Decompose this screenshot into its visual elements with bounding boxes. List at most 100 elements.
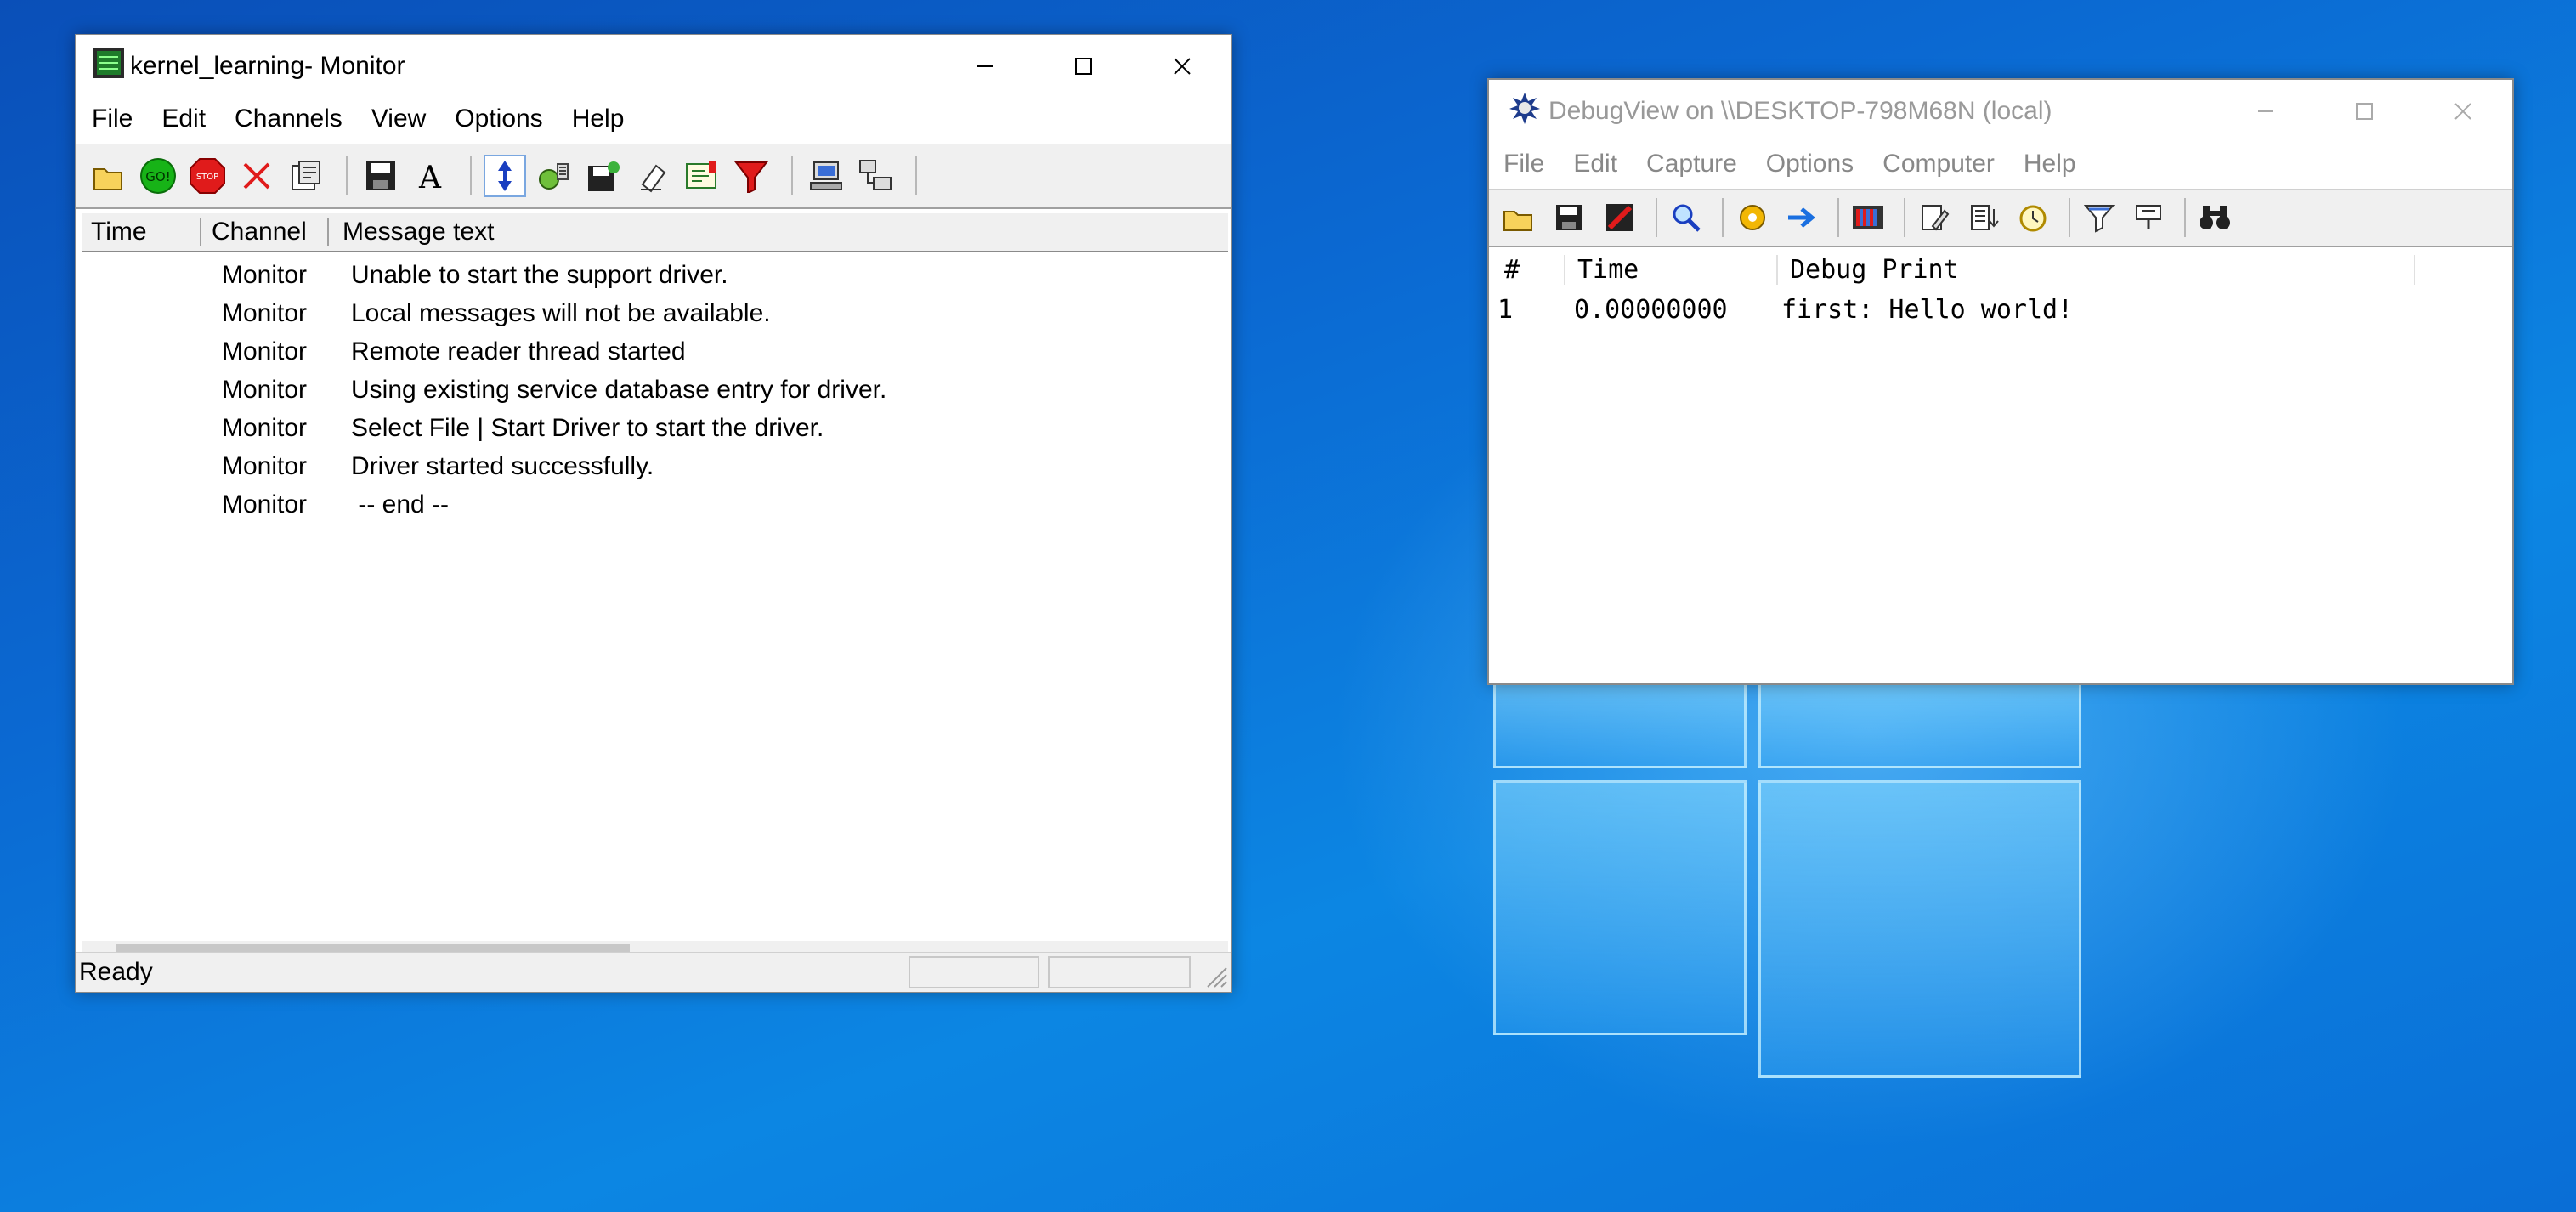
- menu-file[interactable]: File: [77, 105, 147, 144]
- table-row[interactable]: Monitor Remote reader thread started: [82, 332, 1228, 371]
- autoscroll-icon[interactable]: [484, 155, 526, 197]
- capture-gear-icon[interactable]: [1735, 196, 1769, 239]
- font-icon[interactable]: A: [409, 155, 451, 197]
- cell-message: -- end --: [351, 490, 450, 518]
- menu-options[interactable]: Options: [440, 105, 557, 144]
- connect-computer-icon[interactable]: [805, 155, 847, 197]
- cell-channel: Monitor: [222, 490, 308, 518]
- column-header-time[interactable]: Time: [82, 218, 201, 246]
- cell-channel: Monitor: [222, 298, 308, 327]
- menu-file[interactable]: File: [1489, 150, 1559, 189]
- toolbar-separator: [1904, 198, 1905, 237]
- cell-message: Unable to start the support driver.: [351, 260, 728, 289]
- menu-help[interactable]: Help: [558, 105, 639, 144]
- menu-channels[interactable]: Channels: [220, 105, 357, 144]
- monitor-titlebar[interactable]: kernel_learning- Monitor: [76, 35, 1231, 98]
- capture-kernel-icon[interactable]: [1851, 196, 1885, 239]
- svg-text:A: A: [418, 161, 442, 193]
- resize-grip-icon[interactable]: [1203, 963, 1228, 988]
- close-button[interactable]: [2414, 80, 2512, 143]
- table-row[interactable]: 1 0.00000000 first: Hello world!: [1494, 291, 2507, 328]
- stop-label: STOP: [196, 173, 218, 182]
- save-disk-icon[interactable]: [360, 155, 402, 197]
- cell-message: Driver started successfully.: [351, 451, 654, 480]
- status-pane-2: [1048, 956, 1191, 988]
- go-label: GO!: [145, 169, 170, 184]
- find-magnifier-icon[interactable]: [1669, 196, 1703, 239]
- open-folder-icon[interactable]: [88, 155, 130, 197]
- toolbar-separator: [2184, 198, 2186, 237]
- toolbar-separator: [915, 156, 917, 195]
- table-row[interactable]: Monitor Unable to start the support drive…: [82, 256, 1228, 294]
- highlight-icon[interactable]: [681, 155, 723, 197]
- toolbar-separator: [1837, 198, 1839, 237]
- eraser-icon[interactable]: [631, 155, 674, 197]
- debugview-window: DebugView on \\DESKTOP-798M68N (local) F…: [1487, 78, 2514, 685]
- monitor-window: kernel_learning- Monitor File Edit Chann…: [75, 34, 1232, 993]
- monitor-list-header: Time Channel Message text: [82, 213, 1228, 252]
- log-to-disk-icon[interactable]: [582, 155, 625, 197]
- close-button[interactable]: [1133, 35, 1231, 98]
- debugview-message-list[interactable]: 1 0.00000000 first: Hello world!: [1494, 291, 2507, 678]
- network-computers-icon[interactable]: [854, 155, 897, 197]
- monitor-toolbar: GO! STOP A: [76, 144, 1231, 209]
- menu-edit[interactable]: Edit: [1559, 150, 1632, 189]
- binoculars-find-icon[interactable]: [2198, 196, 2232, 239]
- filter-icon[interactable]: [2082, 196, 2116, 239]
- cell-message: Local messages will not be available.: [351, 298, 771, 327]
- minimize-button[interactable]: [2216, 80, 2315, 143]
- clear-display-icon[interactable]: [1917, 196, 1951, 239]
- monitor-message-list[interactable]: Monitor Unable to start the support drive…: [82, 252, 1228, 939]
- time-clock-icon[interactable]: [2016, 196, 2050, 239]
- column-header-debug-print[interactable]: Debug Print: [1778, 254, 2415, 285]
- debugview-toolbar: [1489, 189, 2512, 247]
- log-to-file-icon[interactable]: [1603, 196, 1637, 239]
- windows-logo-pane-2: [1758, 680, 2081, 768]
- open-folder-icon[interactable]: [1501, 196, 1535, 239]
- status-pane-1: [909, 956, 1039, 988]
- table-row[interactable]: Monitor Using existing service database e…: [82, 371, 1228, 409]
- menu-help[interactable]: Help: [2009, 150, 2091, 189]
- monitor-menubar: File Edit Channels View Options Help: [76, 105, 1231, 144]
- maximize-button[interactable]: [2315, 80, 2414, 143]
- windows-logo-pane-4: [1758, 780, 2081, 1078]
- table-row[interactable]: Monitor Select File | Start Driver to sta…: [82, 409, 1228, 447]
- highlight-icon[interactable]: [2132, 196, 2166, 239]
- monitor-rows: Monitor Unable to start the support drive…: [82, 252, 1228, 524]
- status-bar: Ready: [76, 952, 1231, 992]
- column-header-channel[interactable]: Channel: [201, 218, 329, 246]
- stop-icon[interactable]: STOP: [186, 155, 229, 197]
- column-header-number[interactable]: #: [1494, 254, 1565, 285]
- filter-funnel-icon[interactable]: [730, 155, 773, 197]
- status-text: Ready: [79, 958, 153, 986]
- windows-logo-pane-1: [1493, 680, 1747, 768]
- debugview-titlebar[interactable]: DebugView on \\DESKTOP-798M68N (local): [1489, 80, 2512, 143]
- debugview-list-header: # Time Debug Print: [1494, 250, 2507, 289]
- table-row[interactable]: Monitor Local messages will not be availa…: [82, 294, 1228, 332]
- menu-edit[interactable]: Edit: [147, 105, 220, 144]
- table-row[interactable]: Monitor -- end --: [82, 485, 1228, 524]
- debugview-rows: 1 0.00000000 first: Hello world!: [1494, 291, 2507, 328]
- save-disk-icon[interactable]: [1552, 196, 1586, 239]
- go-icon[interactable]: GO!: [137, 155, 179, 197]
- cell-message: Select File | Start Driver to start the …: [351, 413, 824, 442]
- toolbar-separator: [2069, 198, 2070, 237]
- pass-through-arrow-icon[interactable]: [1785, 196, 1819, 239]
- autoscroll-icon[interactable]: [1967, 196, 2001, 239]
- toolbar-separator: [470, 156, 472, 195]
- column-header-time[interactable]: Time: [1565, 254, 1778, 285]
- debugview-title: DebugView on \\DESKTOP-798M68N (local): [1548, 97, 2052, 125]
- menu-capture[interactable]: Capture: [1632, 150, 1752, 189]
- menu-options[interactable]: Options: [1752, 150, 1868, 189]
- properties-icon[interactable]: [285, 155, 327, 197]
- maximize-button[interactable]: [1034, 35, 1133, 98]
- clear-x-icon[interactable]: [235, 155, 278, 197]
- minimize-button[interactable]: [936, 35, 1034, 98]
- debugview-app-icon: [1506, 89, 1543, 133]
- menu-computer[interactable]: Computer: [1868, 150, 2009, 189]
- menu-view[interactable]: View: [357, 105, 440, 144]
- capture-filter-icon[interactable]: [533, 155, 575, 197]
- table-row[interactable]: Monitor Driver started successfully.: [82, 447, 1228, 485]
- cell-channel: Monitor: [222, 337, 308, 365]
- column-header-message[interactable]: Message text: [329, 218, 494, 246]
